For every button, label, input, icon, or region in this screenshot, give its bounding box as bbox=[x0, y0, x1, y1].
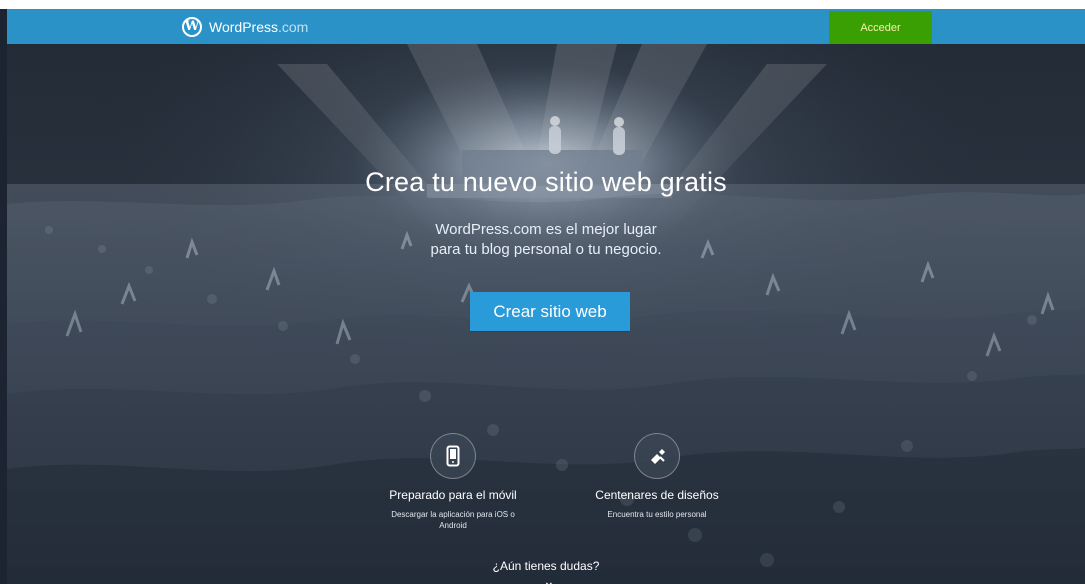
feature-mobile: Preparado para el móvil Descargar la apl… bbox=[368, 433, 538, 531]
paintbrush-icon bbox=[634, 433, 680, 479]
hero-subtitle: WordPress.com es el mejor lugar para tu … bbox=[7, 220, 1085, 260]
feature-themes-title: Centenares de diseños bbox=[595, 488, 719, 502]
feature-themes-description-line-1: Encuentra tu estilo personal bbox=[607, 510, 707, 519]
hero-subtitle-line-1: WordPress.com es el mejor lugar bbox=[435, 221, 657, 238]
feature-mobile-description-line-2: Android bbox=[439, 521, 467, 530]
create-site-button[interactable]: Crear sitio web bbox=[470, 292, 630, 331]
feature-mobile-description-line-1: Descargar la aplicación para iOS o bbox=[391, 510, 515, 519]
feature-mobile-description: Descargar la aplicación para iOS o Andro… bbox=[368, 509, 538, 531]
faq-prompt: ¿Aún tienes dudas? bbox=[492, 559, 600, 573]
hero-subtitle-line-2: para tu blog personal o tu negocio. bbox=[430, 241, 662, 258]
hero-section: Crea tu nuevo sitio web gratis WordPress… bbox=[7, 44, 1085, 584]
wordpress-logo-icon: W bbox=[182, 16, 202, 37]
brand-link[interactable]: W WordPress.com bbox=[182, 9, 308, 44]
wordpress-landing-page: W WordPress.com Acceder Crea tu nuevo si… bbox=[0, 0, 1085, 584]
chevron-down-icon[interactable]: ⌄ bbox=[543, 575, 555, 584]
feature-themes-description: Encuentra tu estilo personal bbox=[572, 509, 742, 520]
hero-title: Crea tu nuevo sitio web gratis bbox=[365, 167, 727, 197]
brand-suffix-text: .com bbox=[277, 18, 309, 35]
brand-main-text: WordPress bbox=[209, 18, 278, 35]
signin-button[interactable]: Acceder bbox=[829, 11, 932, 44]
feature-themes: Centenares de diseños Encuentra tu estil… bbox=[572, 433, 742, 520]
brand-name: WordPress.com bbox=[209, 19, 308, 35]
mobile-phone-icon bbox=[430, 433, 476, 479]
top-border bbox=[0, 0, 1085, 9]
feature-mobile-title: Preparado para el móvil bbox=[389, 488, 517, 502]
